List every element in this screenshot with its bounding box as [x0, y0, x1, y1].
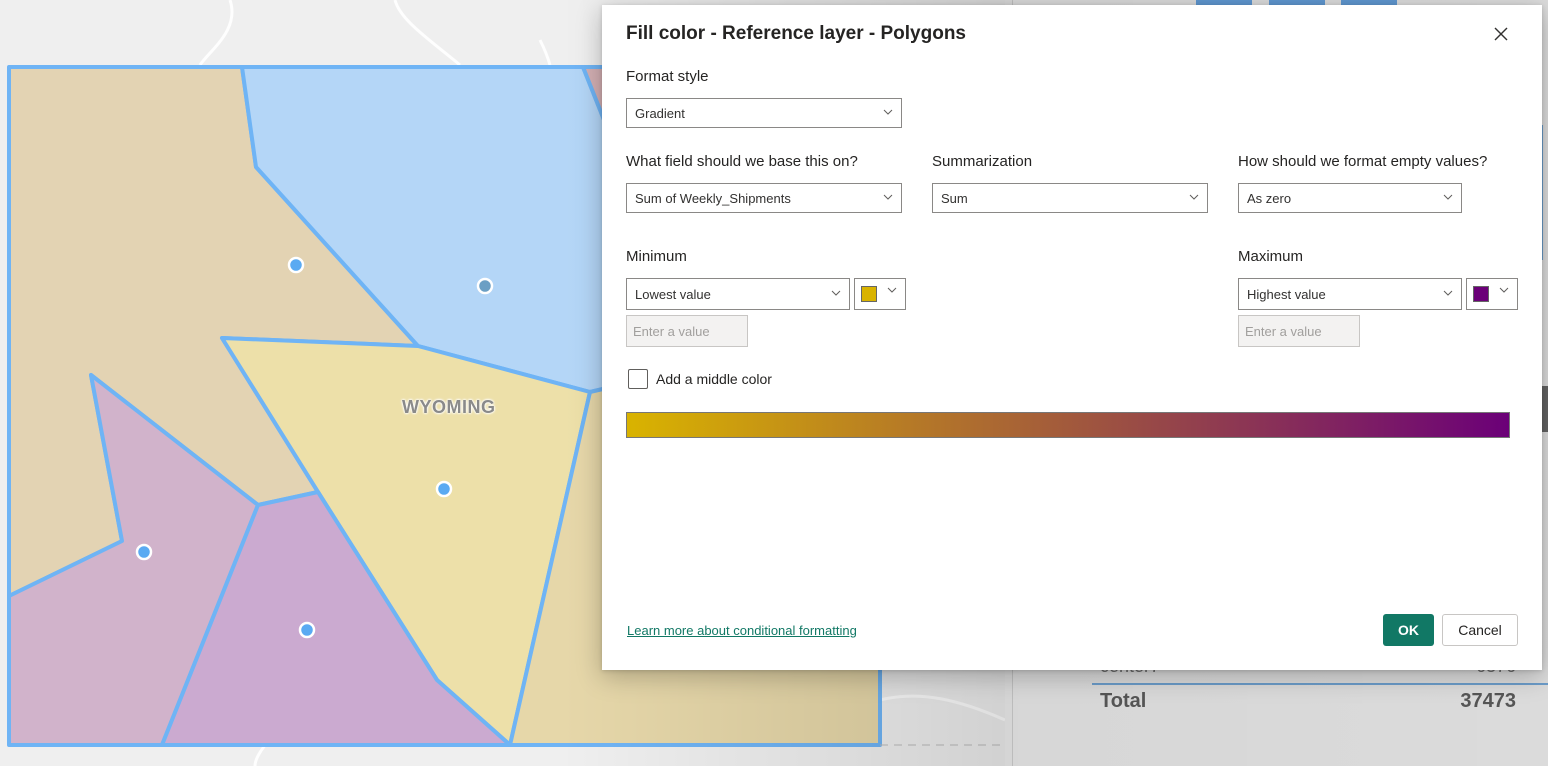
chevron-down-icon [831, 290, 841, 296]
minimum-color-swatch [861, 286, 877, 302]
chevron-down-icon [1499, 287, 1509, 293]
dialog-title: Fill color - Reference layer - Polygons [626, 23, 966, 44]
total-value: 37473 [1460, 690, 1516, 712]
summarization-value: Sum [941, 191, 968, 206]
format-style-dropdown[interactable]: Gradient [626, 98, 902, 128]
field-dropdown[interactable]: Sum of Weekly_Shipments [626, 183, 902, 213]
maximum-color-picker[interactable] [1466, 278, 1518, 310]
close-icon [1494, 27, 1508, 41]
field-value: Sum of Weekly_Shipments [635, 191, 791, 206]
format-style-label: Format style [626, 68, 709, 85]
map-point[interactable] [135, 543, 153, 561]
chevron-down-icon [883, 194, 893, 200]
maximum-color-swatch [1473, 286, 1489, 302]
chevron-down-icon [1443, 290, 1453, 296]
chevron-down-icon [1443, 194, 1453, 200]
empty-values-label: How should we format empty values? [1238, 153, 1488, 170]
field-label: What field should we base this on? [626, 153, 858, 170]
maximum-label: Maximum [1238, 248, 1304, 265]
column-header [1541, 386, 1548, 432]
chevron-down-icon [883, 109, 893, 115]
state-label: WYOMING [402, 397, 496, 417]
minimum-type-dropdown[interactable]: Lowest value [626, 278, 850, 310]
total-separator [1092, 683, 1548, 685]
summarization-label: Summarization [932, 153, 1033, 170]
summarization-dropdown[interactable]: Sum [932, 183, 1208, 213]
minimum-type-value: Lowest value [635, 287, 711, 302]
maximum-type-dropdown[interactable]: Highest value [1238, 278, 1462, 310]
map-point[interactable] [298, 621, 316, 639]
minimum-value-input[interactable] [626, 315, 748, 347]
total-label: Total [1100, 690, 1147, 712]
fill-color-dialog: Fill color - Reference layer - Polygons … [602, 5, 1542, 670]
map-point[interactable] [435, 480, 453, 498]
ok-button[interactable]: OK [1383, 614, 1434, 646]
map-point[interactable] [287, 256, 305, 274]
empty-values-value: As zero [1247, 191, 1292, 206]
maximum-value-input[interactable] [1238, 315, 1360, 347]
minimum-color-picker[interactable] [854, 278, 906, 310]
middle-color-label: Add a middle color [656, 371, 772, 387]
maximum-type-value: Highest value [1247, 287, 1326, 302]
middle-color-checkbox[interactable] [628, 369, 648, 389]
gradient-preview [626, 412, 1510, 438]
empty-values-dropdown[interactable]: As zero [1238, 183, 1462, 213]
chevron-down-icon [1189, 194, 1199, 200]
minimum-label: Minimum [626, 248, 687, 265]
close-button[interactable] [1490, 23, 1512, 45]
map-point[interactable] [476, 277, 494, 295]
chevron-down-icon [887, 287, 897, 293]
learn-more-link[interactable]: Learn more about conditional formatting [627, 623, 857, 638]
table-clipped-column [1541, 380, 1548, 680]
format-style-value: Gradient [635, 106, 685, 121]
cancel-button[interactable]: Cancel [1442, 614, 1518, 646]
